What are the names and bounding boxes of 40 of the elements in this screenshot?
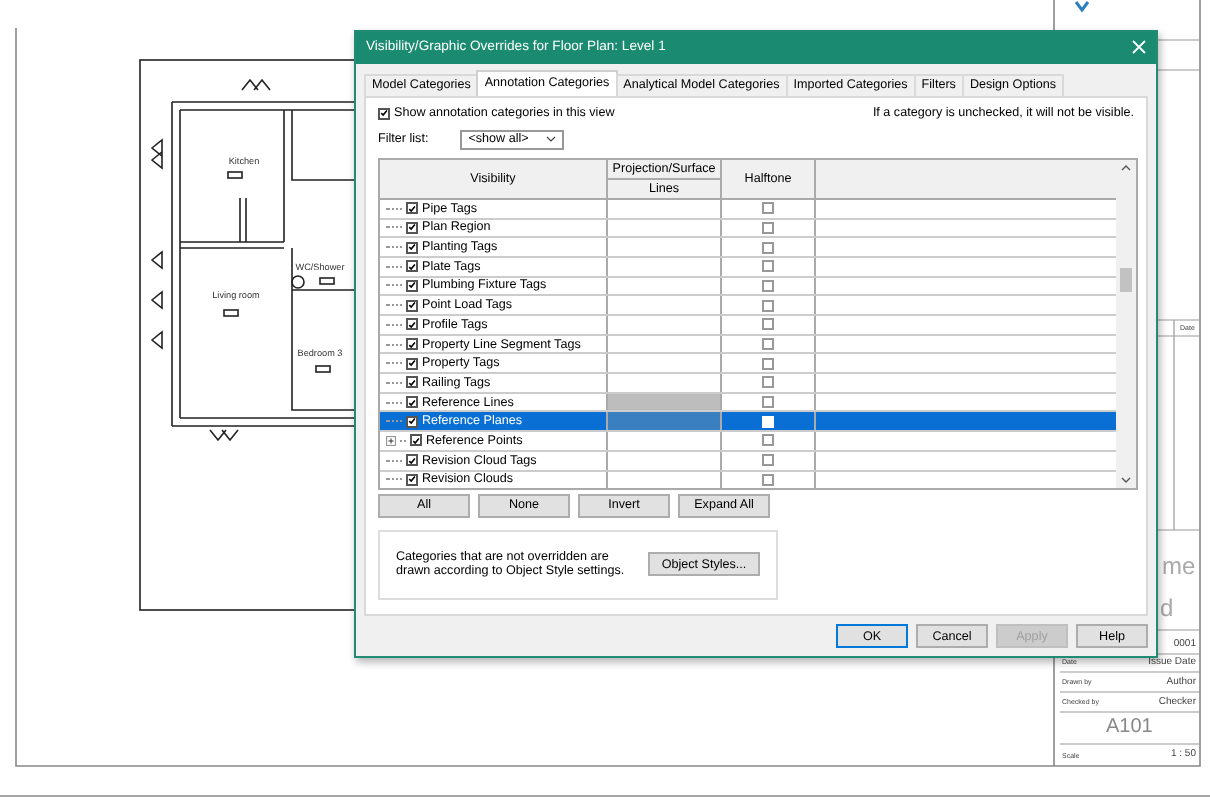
chevron-up-icon[interactable] — [1120, 163, 1132, 172]
checkbox[interactable] — [406, 396, 418, 409]
checkbox[interactable] — [406, 299, 418, 312]
checkbox[interactable] — [762, 318, 774, 331]
checkbox[interactable] — [762, 434, 774, 447]
checkbox[interactable] — [762, 396, 774, 409]
checkbox[interactable] — [762, 241, 774, 254]
checkbox[interactable] — [406, 221, 418, 234]
checkbox[interactable] — [762, 454, 774, 467]
checkbox[interactable] — [762, 299, 774, 312]
checkbox[interactable] — [406, 202, 418, 215]
checkbox[interactable] — [406, 415, 418, 428]
checkbox[interactable] — [406, 241, 418, 254]
checkbox[interactable] — [762, 260, 774, 273]
checkbox[interactable] — [410, 434, 422, 447]
close-icon[interactable] — [1132, 40, 1146, 55]
checkbox[interactable] — [762, 202, 774, 215]
checkbox[interactable] — [406, 454, 418, 467]
sheet-number: A101 — [1106, 716, 1153, 738]
checkbox[interactable] — [406, 338, 418, 351]
expand-icon[interactable] — [386, 435, 396, 446]
checkbox[interactable] — [406, 376, 418, 389]
lines-cell[interactable] — [608, 412, 722, 431]
checkbox[interactable] — [762, 357, 774, 370]
scrollbar[interactable] — [1116, 159, 1136, 488]
checkbox[interactable] — [762, 279, 774, 292]
checkbox[interactable] — [762, 221, 774, 234]
checkbox[interactable] — [406, 279, 418, 292]
checkbox[interactable] — [406, 318, 418, 331]
checkbox[interactable] — [406, 473, 418, 486]
checkbox[interactable] — [762, 473, 774, 486]
chevron-down-icon[interactable] — [1120, 475, 1132, 484]
checkbox[interactable] — [762, 376, 774, 389]
checkbox[interactable] — [406, 260, 418, 273]
checkbox[interactable] — [762, 338, 774, 351]
project-name: me — [1162, 552, 1196, 580]
chevron-down-icon — [546, 136, 557, 143]
checkbox[interactable] — [406, 357, 418, 370]
sheet-name: d — [1160, 594, 1174, 622]
checkbox[interactable] — [378, 107, 390, 120]
